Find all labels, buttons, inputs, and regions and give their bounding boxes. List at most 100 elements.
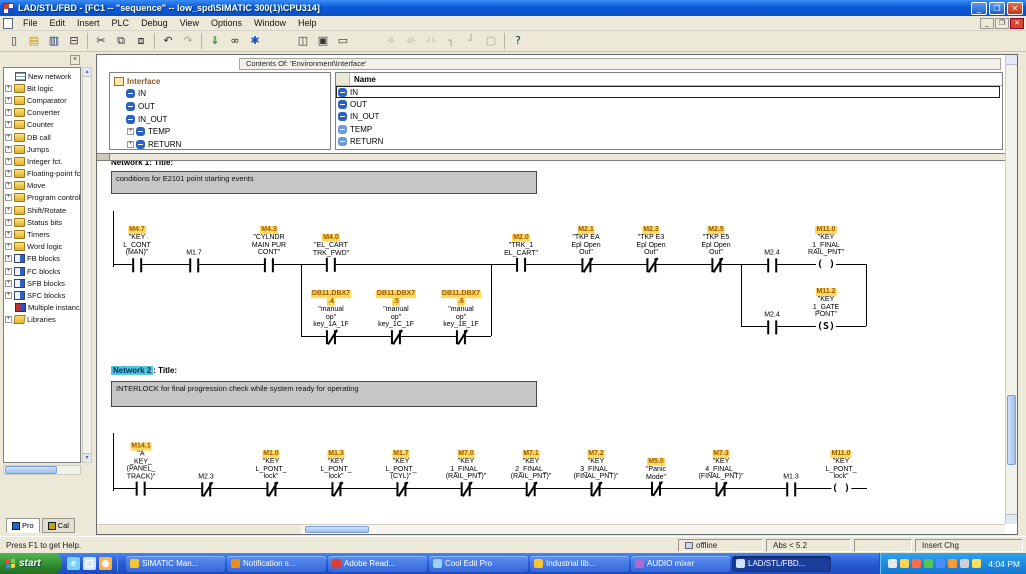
network-title[interactable]: Network 1: Title: bbox=[111, 161, 173, 169]
catalog-horizontal-scrollbar[interactable] bbox=[3, 465, 81, 475]
save-button[interactable]: ▥ bbox=[44, 32, 64, 50]
catalog-item-status-bits[interactable]: +Status bits bbox=[4, 216, 80, 228]
taskbar-button-notification-s[interactable]: Notification s... bbox=[227, 556, 326, 572]
start-button[interactable]: start bbox=[0, 553, 62, 574]
empty-box-button[interactable]: ▢ bbox=[481, 32, 501, 50]
scroll-up-arrow-icon[interactable]: ▴ bbox=[83, 68, 91, 77]
catalog-item-comparator[interactable]: +Comparator bbox=[4, 94, 80, 106]
tab-pro[interactable]: Pro bbox=[6, 518, 40, 533]
menu-options[interactable]: Options bbox=[205, 17, 248, 29]
panel-close-button[interactable]: × bbox=[70, 55, 80, 65]
contact-no-m2-4[interactable]: M2.4 bbox=[764, 311, 780, 334]
expander-icon[interactable]: + bbox=[5, 231, 12, 238]
contact-no-button[interactable]: -||- bbox=[381, 32, 401, 50]
paste-button[interactable]: ⧈ bbox=[131, 32, 151, 50]
expander-icon[interactable]: + bbox=[5, 280, 12, 287]
new-button[interactable]: ▯ bbox=[4, 32, 24, 50]
catalog-item-floating-point-fct[interactable]: +Floating-point fct. bbox=[4, 168, 80, 180]
taskbar-button-industrial-lib[interactable]: Industrial lib... bbox=[530, 556, 629, 572]
expander-icon[interactable]: + bbox=[5, 170, 12, 177]
program-elements-button[interactable]: ▣ bbox=[313, 32, 333, 50]
catalog-vertical-scrollbar[interactable]: ▴ ▾ bbox=[82, 67, 92, 463]
contact-no-m4-0[interactable]: M4.0"EL_CARTTRK_FWD" bbox=[313, 234, 349, 272]
open-branch-button[interactable]: ┐ bbox=[441, 32, 461, 50]
expander-icon[interactable]: + bbox=[127, 141, 134, 148]
table-row-in[interactable]: IN bbox=[336, 86, 1002, 98]
contact-no-m14-1[interactable]: M14.1"A_KEY_(PANEL_TRACK)" bbox=[127, 443, 156, 496]
close-branch-button[interactable]: ┘ bbox=[461, 32, 481, 50]
expander-icon[interactable]: + bbox=[5, 182, 12, 189]
contact-no-m4-7[interactable]: M4.7"KEYL_CONT(MAN)" bbox=[123, 226, 151, 272]
contact-nc-db11-dbx7-6[interactable]: DB11.DBX7.6"manualop"key_1E_1F bbox=[441, 290, 481, 344]
mdi-close-button[interactable]: ✕ bbox=[1010, 18, 1024, 29]
interface-tree-item-interface[interactable]: Interface bbox=[110, 75, 330, 88]
splitter-grip[interactable] bbox=[97, 154, 110, 160]
contact-nc-m5-0[interactable]: M5.0"PanicMode" bbox=[646, 458, 666, 496]
expander-icon[interactable]: + bbox=[5, 268, 12, 275]
symbol-info-button[interactable]: ✱ bbox=[245, 32, 265, 50]
catalog-item-timers[interactable]: +Timers bbox=[4, 228, 80, 240]
expander-icon[interactable]: + bbox=[5, 316, 12, 323]
contact-nc-m2-3[interactable]: M2.3"TKP E3Epl OpenOut" bbox=[636, 226, 665, 272]
expander-icon[interactable]: + bbox=[5, 97, 12, 104]
interface-tree-item-in-out[interactable]: IN_OUT bbox=[110, 113, 330, 126]
contact-nc-m2-1[interactable]: M2.1"TKP EAEpl OpenOut" bbox=[571, 226, 600, 272]
taskbar-button-simatic-man[interactable]: SIMATIC Man... bbox=[126, 556, 225, 572]
contact-nc-m1-7[interactable]: M1.7"KEYL_PONT_(CYL)" bbox=[385, 450, 416, 496]
catalog-item-bit-logic[interactable]: +Bit logic bbox=[4, 82, 80, 94]
scroll-down-arrow-icon[interactable]: ▾ bbox=[83, 453, 91, 462]
expander-icon[interactable]: + bbox=[5, 109, 12, 116]
expander-icon[interactable]: + bbox=[5, 207, 12, 214]
catalog-item-program-control[interactable]: +Program control bbox=[4, 192, 80, 204]
table-row-return[interactable]: RETURN bbox=[336, 136, 1002, 148]
taskbar-button-adobe-read[interactable]: Adobe Read... bbox=[328, 556, 427, 572]
menu-plc[interactable]: PLC bbox=[106, 17, 136, 29]
help-cursor-button[interactable]: ? bbox=[508, 32, 528, 50]
monitor-glasses-button[interactable]: ∞ bbox=[225, 32, 245, 50]
menu-insert[interactable]: Insert bbox=[71, 17, 106, 29]
taskbar-button-lad-stl-fbd[interactable]: LAD/STL/FBD... bbox=[732, 556, 831, 572]
minimize-button[interactable]: _ bbox=[971, 2, 987, 15]
interface-tree-item-out[interactable]: OUT bbox=[110, 100, 330, 113]
pane-splitter[interactable] bbox=[97, 153, 1005, 161]
expander-icon[interactable]: + bbox=[5, 243, 12, 250]
contact-nc-m2-5[interactable]: M2.5"TKP E5Epl OpenOut" bbox=[701, 226, 730, 272]
messenger-icon[interactable] bbox=[936, 559, 945, 568]
coil-button[interactable]: -( )- bbox=[421, 32, 441, 50]
expander-icon[interactable]: + bbox=[5, 158, 12, 165]
catalog-item-fb-blocks[interactable]: +FB blocks bbox=[4, 253, 80, 265]
undo-button[interactable]: ↶ bbox=[158, 32, 178, 50]
network-title[interactable]: Network 2: Title: bbox=[111, 366, 177, 377]
network-comment[interactable]: conditions for E2101 point starting even… bbox=[111, 171, 537, 194]
scrollbar-thumb[interactable] bbox=[1007, 395, 1016, 465]
table-row-in-out[interactable]: IN_OUT bbox=[336, 111, 1002, 123]
expander-icon[interactable]: + bbox=[5, 121, 12, 128]
network-comment[interactable]: INTERLOCK for final progression check wh… bbox=[111, 381, 537, 407]
catalog-item-multiple-instances[interactable]: Multiple instances bbox=[4, 302, 80, 314]
contact-nc-m1-0[interactable]: M1.0"KEYL_PONT_lock" bbox=[255, 450, 286, 496]
mdi-restore-button[interactable]: ❐ bbox=[995, 18, 1009, 29]
mdi-minimize-button[interactable]: _ bbox=[980, 18, 994, 29]
media-player-icon[interactable]: ◉ bbox=[99, 557, 112, 570]
catalog-item-converter[interactable]: +Converter bbox=[4, 107, 80, 119]
tab-cal[interactable]: Cal bbox=[42, 518, 75, 533]
interface-tree-item-in[interactable]: IN bbox=[110, 88, 330, 101]
table-row-temp[interactable]: TEMP bbox=[336, 123, 1002, 135]
interface-tree-item-return[interactable]: +RETURN bbox=[110, 138, 330, 150]
contact-no-m4-3[interactable]: M4.3"CYLNDRMAIN PURCONT" bbox=[252, 226, 286, 272]
editor-vertical-scrollbar[interactable] bbox=[1005, 55, 1017, 524]
output-coil-m11-0[interactable]: M11.0"KEY1_FINALRAIL_PNT"( ) bbox=[808, 226, 844, 272]
antivirus-icon[interactable] bbox=[924, 559, 933, 568]
contact-nc-db11-dbx7-4[interactable]: DB11.DBX7.4"manualop"key_1A_1F bbox=[311, 290, 351, 344]
download-button[interactable]: ⇓ bbox=[205, 32, 225, 50]
contact-nc-db11-dbx7-5[interactable]: DB11.DBX7.5"manualop"key_1C_1F bbox=[376, 290, 416, 344]
set-coil-m11-2[interactable]: M11.2"KEY1_GATEPONT"(S) bbox=[813, 288, 839, 334]
menu-file[interactable]: File bbox=[17, 17, 44, 29]
taskbar-button-cool-edit-pro[interactable]: Cool Edit Pro bbox=[429, 556, 528, 572]
catalog-item-shift-rotate[interactable]: +Shift/Rotate bbox=[4, 204, 80, 216]
catalog-item-sfb-blocks[interactable]: +SFB blocks bbox=[4, 277, 80, 289]
catalog-item-counter[interactable]: +Counter bbox=[4, 119, 80, 131]
close-button[interactable]: ✕ bbox=[1007, 2, 1023, 15]
copy-button[interactable]: ⧉ bbox=[111, 32, 131, 50]
expander-icon[interactable]: + bbox=[5, 194, 12, 201]
